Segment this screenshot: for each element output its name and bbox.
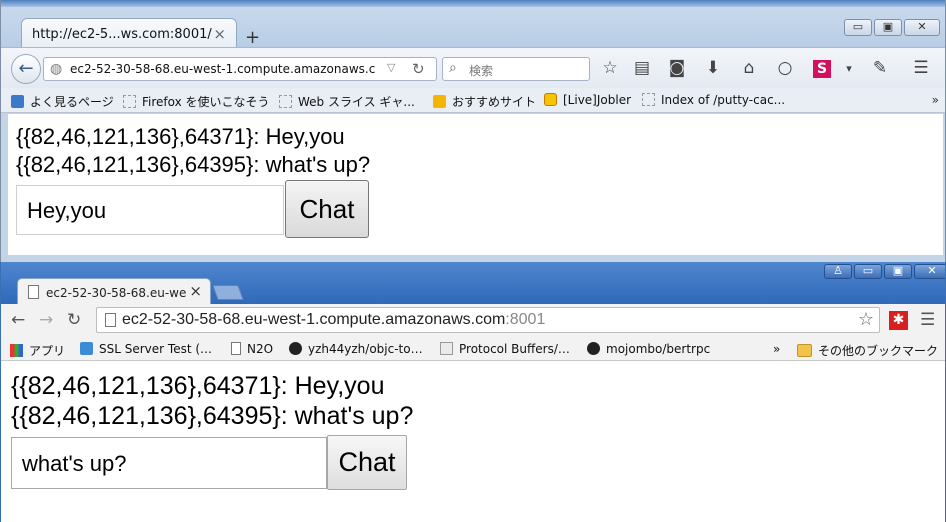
user-icon[interactable]: ♙ <box>824 264 852 279</box>
bookmark-item[interactable]: Web スライス ギャ... <box>279 93 415 110</box>
message-input[interactable]: what's up? <box>11 437 327 489</box>
maximize-icon[interactable]: ▣ <box>884 264 912 279</box>
bookmark-star-icon[interactable]: ☆ <box>598 58 622 78</box>
chat-message: {{82,46,121,136},64371}: Hey,you <box>16 124 345 149</box>
apps-grid-icon <box>10 344 23 357</box>
page-content: {{82,46,121,136},64371}: Hey,you {{82,46… <box>1 362 945 522</box>
lock-icon <box>80 342 93 355</box>
info-icon <box>440 342 453 355</box>
close-tab-icon[interactable]: × <box>213 25 226 43</box>
bookmark-item[interactable]: [Live]Jobler <box>544 93 631 107</box>
bookmarks-toolbar: よく見るページ Firefox を使いこなそう Web スライス ギャ... お… <box>1 88 945 113</box>
url-text: ec2-52-30-58-68.eu-west-1.compute.amazon… <box>70 62 376 76</box>
bookmarks-bar: アプリ SSL Server Test (… N2O yzh44yzh/objc… <box>1 337 945 361</box>
bookmark-icon <box>642 93 655 106</box>
download-icon[interactable]: ⬇ <box>701 58 725 78</box>
bookmark-icon <box>123 95 136 108</box>
browser-tab[interactable]: ec2-52-30-58-68.eu-we × <box>17 278 211 305</box>
reading-list-icon[interactable]: ▤ <box>630 58 654 78</box>
bookmark-item[interactable]: yzh44yzh/objc-to… <box>289 342 423 356</box>
page-icon <box>231 342 241 355</box>
page-icon <box>105 313 116 327</box>
extension-s-icon[interactable]: S <box>813 60 831 78</box>
folder-icon <box>797 344 812 357</box>
menu-icon[interactable]: ☰ <box>909 58 933 78</box>
window-frame: ec2-52-30-58-68.eu-we × ♙ ▭ ▣ ✕ <box>1 262 945 305</box>
close-window-icon[interactable]: ✕ <box>914 264 945 279</box>
search-placeholder: 検索 <box>469 64 494 78</box>
minimize-icon[interactable]: ▭ <box>844 19 872 36</box>
bookmark-item[interactable]: アプリ <box>10 342 65 359</box>
chat-bubble-icon[interactable]: ○ <box>773 58 797 78</box>
bookmarks-overflow-icon[interactable]: » <box>932 93 939 107</box>
chat-message: {{82,46,121,136},64395}: what's up? <box>11 402 414 430</box>
reload-icon[interactable]: ↻ <box>412 60 425 78</box>
window-controls: ♙ ▭ ▣ ✕ <box>824 264 945 279</box>
navigation-toolbar: ← ◍ ec2-52-30-58-68.eu-west-1.compute.am… <box>1 47 945 88</box>
navigation-toolbar: ← → ↻ ec2-52-30-58-68.eu-west-1.compute.… <box>1 304 945 337</box>
window-title-strip <box>1 0 945 7</box>
pocket-icon[interactable]: ◙ <box>665 58 689 78</box>
new-tab-button[interactable] <box>212 285 244 300</box>
forward-arrow-icon[interactable]: → <box>39 310 53 330</box>
bookmark-item[interactable]: N2O <box>231 342 273 356</box>
dropdown-arrow-icon[interactable]: ▾ <box>837 62 861 75</box>
bookmark-item[interactable]: Index of /putty-cac... <box>642 93 785 107</box>
chat-message: {{82,46,121,136},64395}: what's up? <box>16 152 371 177</box>
back-arrow-icon[interactable]: ← <box>11 54 41 84</box>
tab-title: ec2-52-30-58-68.eu-we <box>46 286 186 300</box>
tab-title: http://ec2-5...ws.com:8001/ <box>32 27 212 42</box>
page-content: {{82,46,121,136},64371}: Hey,you {{82,46… <box>8 114 943 255</box>
github-icon <box>289 342 302 355</box>
extension-icon[interactable]: ✱ <box>889 311 908 330</box>
url-text: ec2-52-30-58-68.eu-west-1.compute.amazon… <box>122 311 546 328</box>
menu-icon[interactable]: ☰ <box>920 310 935 330</box>
bookmark-item[interactable]: SSL Server Test (… <box>80 342 212 356</box>
github-icon <box>587 342 600 355</box>
search-input[interactable]: ⌕ 検索 <box>442 57 590 81</box>
tab-bar: http://ec2-5...ws.com:8001/ × + ▭ ▣ ✕ <box>1 7 945 50</box>
bookmark-item[interactable]: よく見るページ <box>11 93 114 110</box>
address-bar[interactable]: ◍ ec2-52-30-58-68.eu-west-1.compute.amaz… <box>43 57 437 81</box>
search-icon: ⌕ <box>449 60 457 76</box>
home-icon[interactable]: ⌂ <box>737 58 761 78</box>
window-controls: ▭ ▣ ✕ <box>844 19 940 36</box>
chrome-window: ec2-52-30-58-68.eu-we × ♙ ▭ ▣ ✕ ← → ↻ ec… <box>0 262 946 522</box>
chat-button[interactable]: Chat <box>285 180 369 238</box>
close-window-icon[interactable]: ✕ <box>904 19 940 36</box>
dropdown-arrow-icon[interactable]: ▽ <box>387 61 395 74</box>
page-icon <box>28 285 39 299</box>
bing-icon <box>433 95 446 108</box>
bookmark-item[interactable]: Firefox を使いこなそう <box>123 93 270 110</box>
browser-tab[interactable]: http://ec2-5...ws.com:8001/ × <box>21 18 237 50</box>
maximize-icon[interactable]: ▣ <box>874 19 902 36</box>
bookmark-icon <box>11 95 24 108</box>
chat-button[interactable]: Chat <box>327 435 407 490</box>
address-bar[interactable]: ec2-52-30-58-68.eu-west-1.compute.amazon… <box>96 307 880 333</box>
bookmarks-overflow-icon[interactable]: » <box>773 342 780 356</box>
chat-message: {{82,46,121,136},64371}: Hey,you <box>11 372 385 400</box>
firefox-window: http://ec2-5...ws.com:8001/ × + ▭ ▣ ✕ ← … <box>0 0 946 262</box>
close-tab-icon[interactable]: × <box>189 282 202 300</box>
addon-icon[interactable]: ✎ <box>868 58 892 78</box>
new-tab-icon[interactable]: + <box>245 27 260 48</box>
message-input[interactable]: Hey,you <box>16 185 284 235</box>
minimize-icon[interactable]: ▭ <box>854 264 882 279</box>
bookmark-star-icon[interactable]: ☆ <box>858 309 874 330</box>
bookmark-item[interactable]: mojombo/bertrpc <box>587 342 710 356</box>
bookmark-icon <box>279 95 292 108</box>
other-bookmarks[interactable]: その他のブックマーク <box>797 342 938 359</box>
back-arrow-icon[interactable]: ← <box>11 310 25 330</box>
bookmark-item[interactable]: おすすめサイト <box>433 93 536 110</box>
reload-icon[interactable]: ↻ <box>67 310 81 330</box>
bookmark-item[interactable]: Protocol Buffers/… <box>440 342 570 356</box>
jobler-icon <box>544 93 557 106</box>
globe-icon: ◍ <box>50 61 63 77</box>
